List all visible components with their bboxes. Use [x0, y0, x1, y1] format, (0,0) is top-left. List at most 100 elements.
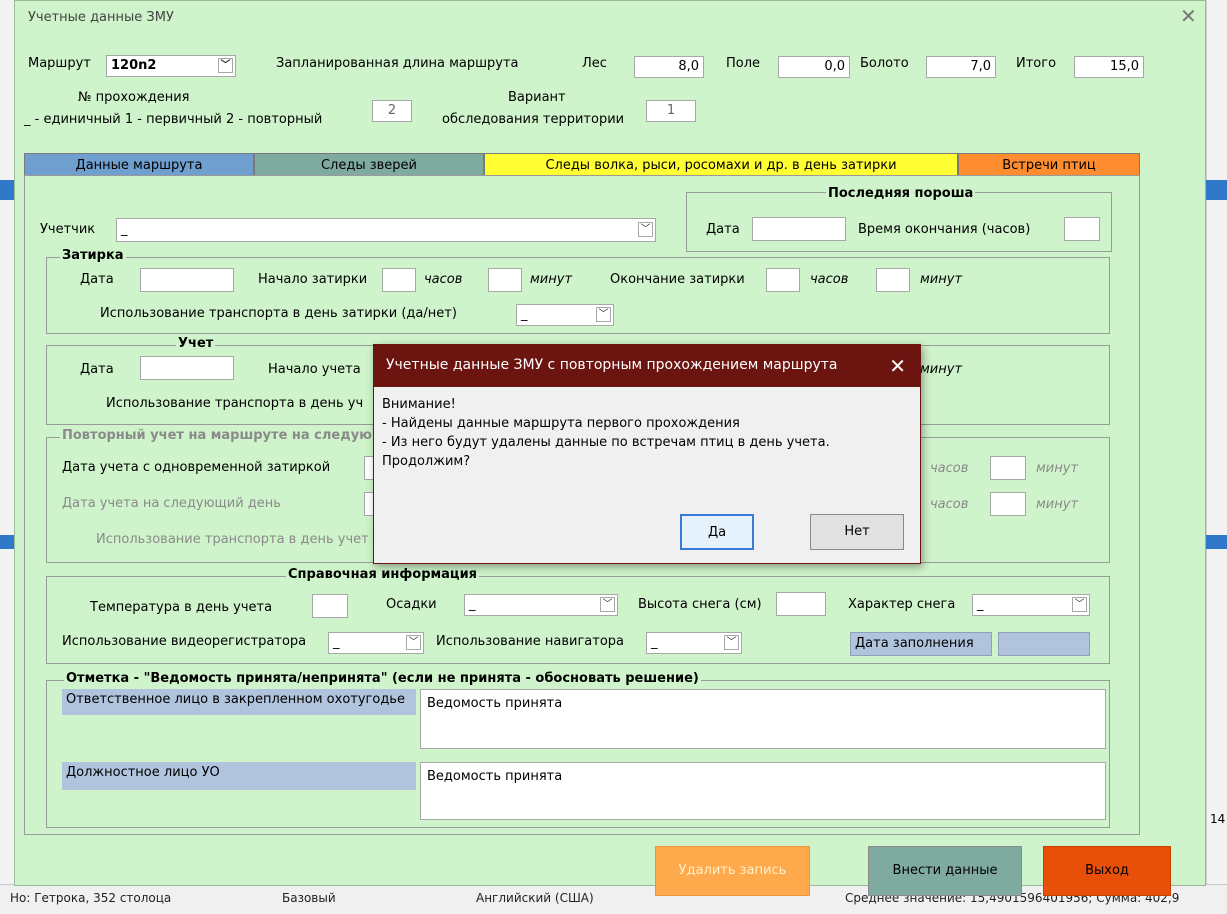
uchet-start-label: Начало учета — [268, 362, 361, 377]
yes-button[interactable]: Да — [680, 514, 754, 550]
total-input[interactable]: 15,0 — [1074, 56, 1144, 78]
last-snow-legend: Последняя пороша — [826, 186, 976, 201]
chevron-down-icon[interactable]: ﹀ — [218, 58, 233, 73]
chevron-down-icon[interactable]: ﹀ — [638, 222, 653, 237]
zatirka-start-hours-input[interactable] — [382, 268, 416, 292]
window-title: Учетные данные ЗМУ — [28, 10, 174, 25]
repeat-date-same-label: Дата учета с одновременной затиркой — [62, 460, 331, 475]
route-label: Маршрут — [28, 56, 91, 71]
repeat-same-minutes-input[interactable] — [990, 456, 1026, 480]
repeat-legend: Повторный учет на маршруте на следующ — [60, 428, 389, 443]
pass-hint: _ - единичный 1 - первичный 2 - повторны… — [24, 112, 323, 127]
precip-label: Осадки — [386, 597, 437, 612]
repeat-date-next-label: Дата учета на следующий день — [62, 496, 281, 511]
chevron-down-icon[interactable]: ﹀ — [406, 635, 421, 650]
zatirka-date-label: Дата — [80, 272, 114, 287]
nav-label: Использование навигатора — [436, 634, 624, 649]
background-app-left-edge — [0, 0, 15, 913]
minutes-label: минут — [1036, 497, 1079, 512]
background-cell-number: 14 — [1210, 812, 1226, 826]
chevron-down-icon[interactable]: ﹀ — [596, 307, 611, 322]
total-label: Итого — [1016, 56, 1057, 71]
forest-input[interactable]: 8,0 — [634, 56, 704, 78]
zatirka-end-label: Окончание затирки — [610, 272, 745, 287]
zatirka-transport-value: _ — [521, 307, 528, 322]
exit-button[interactable]: Выход — [1043, 846, 1171, 896]
status-text: Английский (США) — [476, 891, 594, 905]
minutes-label: минут — [1036, 461, 1079, 476]
route-select[interactable]: 120n2 ﹀ — [106, 55, 236, 77]
status-text: Но: Гетрока, 352 столоца — [10, 891, 172, 905]
swamp-input[interactable]: 7,0 — [926, 56, 996, 78]
variant-input[interactable]: 1 — [646, 100, 696, 122]
tab-route-data[interactable]: Данные маршрута — [24, 153, 254, 175]
dialog-line: Внимание! — [382, 397, 456, 412]
forest-label: Лес — [582, 56, 607, 71]
repeat-next-minutes-input[interactable] — [990, 492, 1026, 516]
dialog-titlebar: Учетные данные ЗМУ с повторным прохожден… — [374, 345, 920, 387]
snow-type-label: Характер снега — [848, 597, 956, 612]
chevron-down-icon[interactable]: ﹀ — [724, 635, 739, 650]
minutes-label: минут — [920, 272, 963, 287]
zatirka-legend: Затирка — [60, 248, 126, 263]
snow-height-label: Высота снега (см) — [638, 597, 762, 612]
hours-label: часов — [930, 497, 969, 512]
zatirka-date-input[interactable] — [140, 268, 234, 292]
nav-value: _ — [651, 635, 658, 650]
zatirka-transport-label: Использование транспорта в день затирки … — [100, 306, 457, 321]
reference-legend: Справочная информация — [286, 567, 480, 582]
zatirka-start-minutes-input[interactable] — [488, 268, 522, 292]
route-value: 120n2 — [111, 58, 157, 73]
variant-hint: обследования территории — [442, 112, 625, 127]
confirm-dialog: Учетные данные ЗМУ с повторным прохожден… — [373, 344, 921, 564]
responsible-textarea[interactable]: Ведомость принята — [420, 689, 1106, 749]
counter-select[interactable]: _ ﹀ — [116, 218, 656, 242]
official-textarea[interactable]: Ведомость принята — [420, 762, 1106, 820]
close-icon[interactable]: ✕ — [1180, 6, 1197, 26]
last-snow-date-input[interactable] — [752, 217, 846, 241]
hours-label: часов — [424, 272, 463, 287]
snow-height-input[interactable] — [776, 592, 826, 616]
tab-bird-encounters[interactable]: Встречи птиц — [958, 153, 1140, 175]
swamp-label: Болото — [860, 56, 909, 71]
official-label: Должностное лицо УО — [62, 762, 416, 790]
field-input[interactable]: 0,0 — [778, 56, 850, 78]
zatirka-transport-select[interactable]: _ ﹀ — [516, 304, 614, 326]
delete-record-button[interactable]: Удалить запись — [655, 846, 810, 896]
close-icon[interactable]: ✕ — [889, 354, 906, 378]
fill-date-input[interactable] — [998, 632, 1090, 656]
temp-label: Температура в день учета — [90, 600, 273, 615]
chevron-down-icon[interactable]: ﹀ — [600, 597, 615, 612]
dialog-message: Внимание! - Найдены данные маршрута перв… — [382, 395, 830, 471]
no-button[interactable]: Нет — [810, 514, 904, 550]
dialog-line: - Из него будут удалены данные по встреч… — [382, 435, 830, 450]
submit-data-button[interactable]: Внести данные — [868, 846, 1022, 896]
background-highlight — [0, 180, 14, 200]
tab-predator-tracks[interactable]: Следы волка, рыси, росомахи и др. в день… — [484, 153, 958, 175]
counter-label: Учетчик — [40, 222, 96, 237]
chevron-down-icon[interactable]: ﹀ — [1072, 597, 1087, 612]
uchet-date-input[interactable] — [140, 356, 234, 380]
snow-type-value: _ — [977, 597, 984, 612]
mark-legend: Отметка - "Ведомость принята/непринята" … — [64, 671, 701, 686]
tab-animal-tracks[interactable]: Следы зверей — [254, 153, 484, 175]
background-highlight — [0, 535, 14, 549]
nav-select[interactable]: _ ﹀ — [646, 632, 742, 654]
dialog-title: Учетные данные ЗМУ с повторным прохожден… — [386, 357, 838, 373]
dialog-line: - Найдены данные маршрута первого прохож… — [382, 416, 740, 431]
snow-type-select[interactable]: _ ﹀ — [972, 594, 1090, 616]
end-time-input[interactable] — [1064, 217, 1100, 241]
field-label: Поле — [726, 56, 761, 71]
end-time-label: Время окончания (часов) — [858, 222, 1031, 237]
temp-input[interactable] — [312, 594, 348, 618]
dvr-value: _ — [333, 635, 340, 650]
zatirka-end-hours-input[interactable] — [766, 268, 800, 292]
precip-select[interactable]: _ ﹀ — [464, 594, 618, 616]
responsible-label: Ответственное лицо в закрепленном охотуг… — [62, 689, 416, 715]
dvr-select[interactable]: _ ﹀ — [328, 632, 424, 654]
pass-input[interactable]: 2 — [372, 100, 412, 122]
hours-label: часов — [810, 272, 849, 287]
precip-value: _ — [469, 597, 476, 612]
dialog-line: Продолжим? — [382, 454, 471, 469]
zatirka-end-minutes-input[interactable] — [876, 268, 910, 292]
